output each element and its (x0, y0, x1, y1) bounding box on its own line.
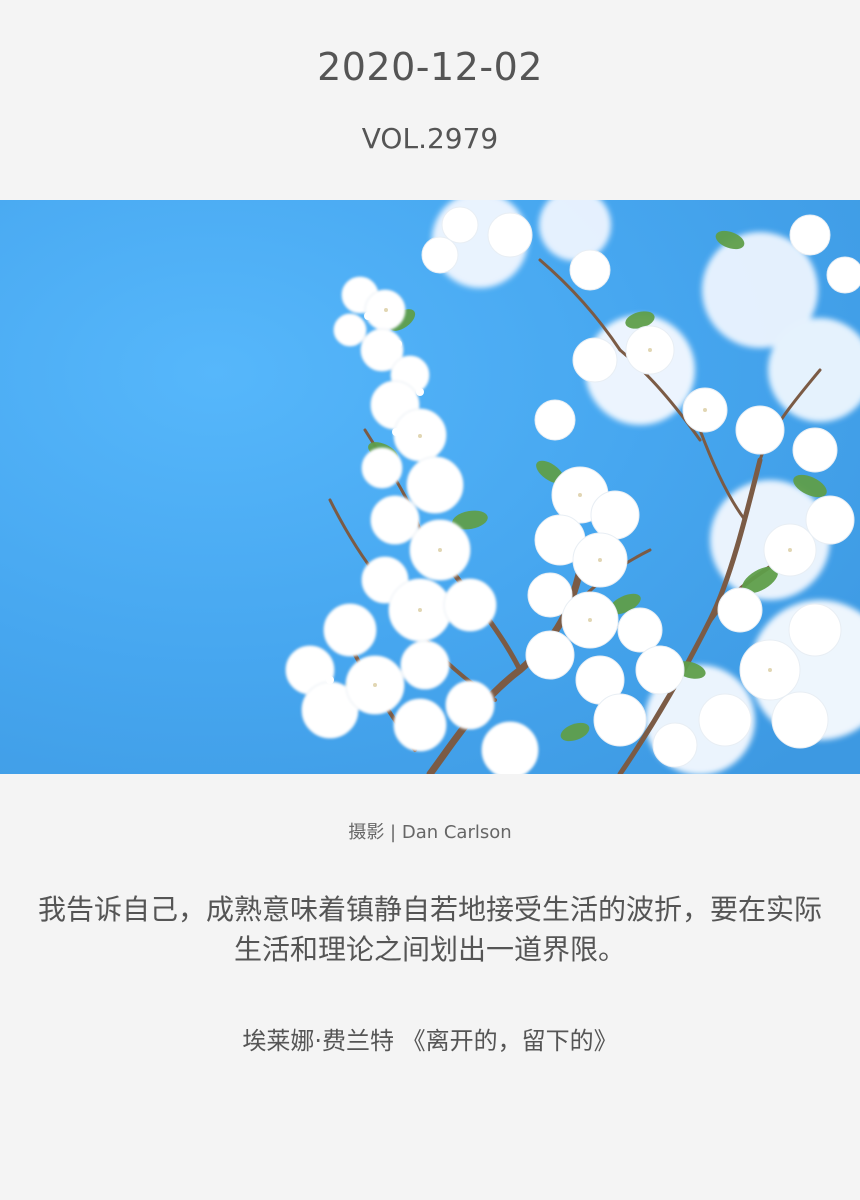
blossom-photo (0, 200, 860, 774)
photo-illustration (0, 200, 860, 774)
issue-date: 2020-12-02 (317, 45, 543, 89)
volume-number: VOL.2979 (361, 122, 499, 155)
quote-source: 埃莱娜·费兰特 《离开的，留下的》 (242, 1027, 618, 1055)
photo-credit: 摄影 | Dan Carlson (348, 822, 512, 843)
quote-text: 我告诉自己，成熟意味着镇静自若地接受生活的波折，要在实际生活和理论之间划出一道界… (37, 893, 822, 966)
